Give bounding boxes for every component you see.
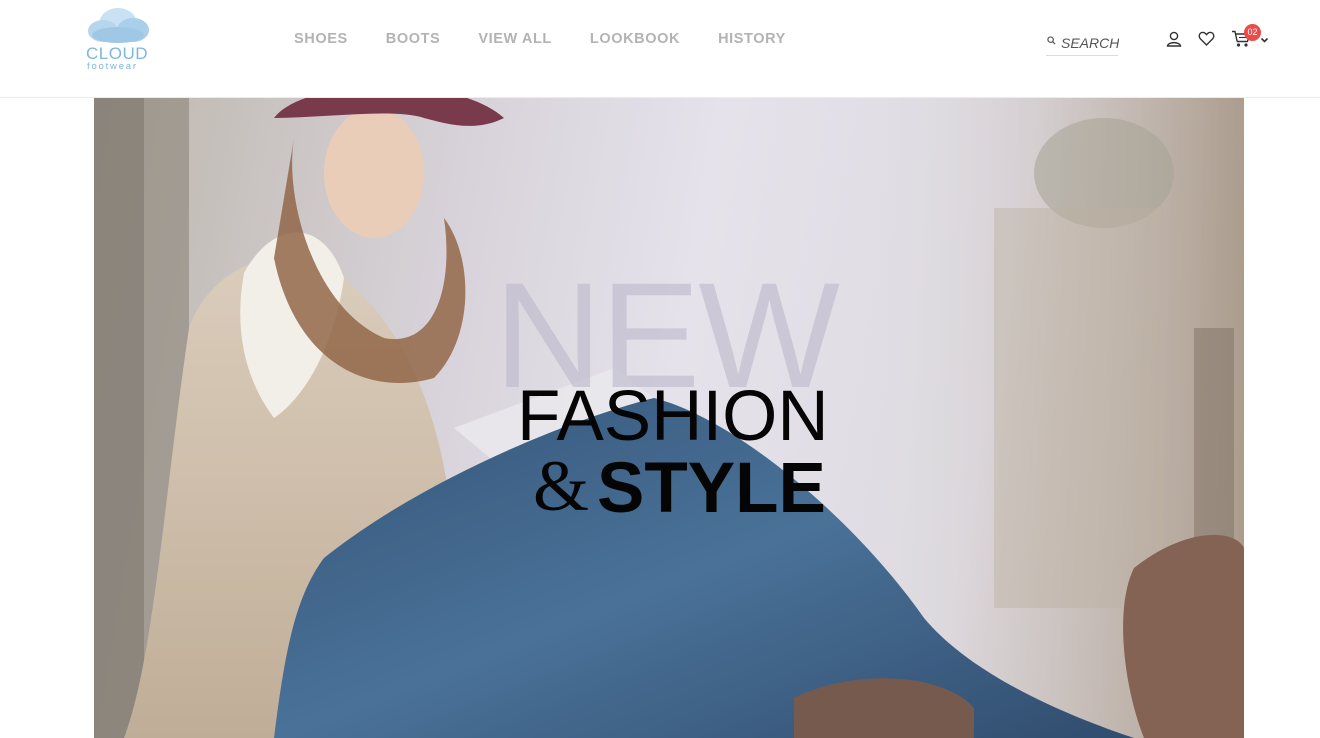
nav-item-lookbook[interactable]: LOOKBOOK	[590, 31, 680, 47]
hero-headline-fashion: FASHION	[517, 377, 829, 456]
chevron-down-icon[interactable]	[1260, 36, 1269, 44]
user-icon[interactable]	[1165, 30, 1183, 48]
nav-item-history[interactable]: HISTORY	[718, 31, 786, 47]
site-header: CLOUD footwear SHOES BOOTS VIEW ALL LOOK…	[0, 0, 1320, 98]
hero-banner[interactable]: NEW FASHION & STYLE	[94, 98, 1244, 738]
nav-item-shoes[interactable]: SHOES	[294, 31, 348, 47]
search-input[interactable]	[1061, 34, 1119, 52]
heart-icon[interactable]	[1198, 30, 1215, 47]
search-box	[1046, 32, 1119, 56]
hero-ampersand: &	[533, 446, 590, 526]
brand-logo[interactable]: CLOUD footwear	[84, 6, 152, 72]
nav-item-boots[interactable]: BOOTS	[386, 31, 441, 47]
nav-item-view-all[interactable]: VIEW ALL	[478, 31, 552, 47]
brand-tagline: footwear	[87, 61, 138, 72]
search-icon[interactable]	[1047, 36, 1056, 45]
cart-count-badge: 02	[1244, 24, 1261, 41]
main-nav: SHOES BOOTS VIEW ALL LOOKBOOK HISTORY	[294, 31, 824, 47]
cloud-logo-icon	[88, 8, 149, 43]
hero-headline-style: STYLE	[597, 449, 826, 528]
